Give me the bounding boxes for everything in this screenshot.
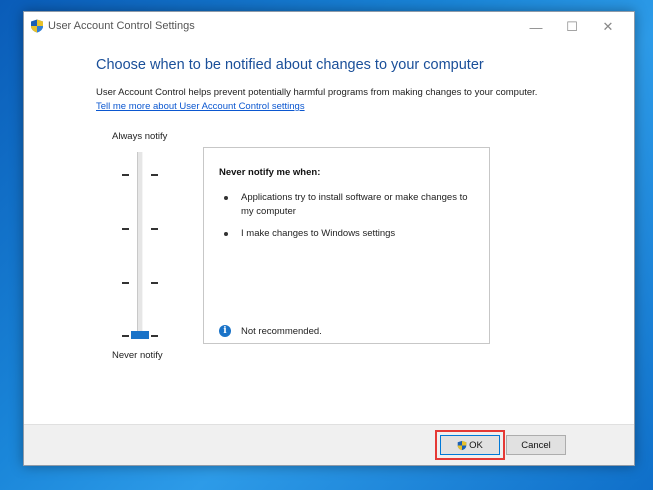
slider-tick (122, 282, 129, 284)
slider-tick (122, 335, 129, 337)
minimize-icon: — (529, 19, 543, 35)
uac-shield-icon (31, 19, 43, 33)
always-notify-label: Always notify (112, 131, 168, 142)
slider-tick (122, 228, 129, 230)
description-text: User Account Control helps prevent poten… (96, 87, 538, 98)
ok-button-label: OK (469, 439, 483, 451)
page-heading: Choose when to be notified about changes… (96, 57, 484, 73)
slider-track[interactable] (137, 152, 143, 332)
info-icon: i (219, 325, 231, 337)
notification-level-slider[interactable] (116, 152, 162, 339)
title-bar[interactable]: User Account Control Settings — ☐ ✕ (24, 12, 634, 42)
recommendation-note: i Not recommended. (219, 325, 322, 337)
learn-more-link[interactable]: Tell me more about User Account Control … (96, 101, 305, 112)
uac-settings-window: User Account Control Settings — ☐ ✕ Choo… (23, 11, 635, 466)
bullet-icon (224, 232, 228, 236)
cancel-button[interactable]: Cancel (506, 435, 566, 455)
ok-button[interactable]: OK (440, 435, 500, 455)
slider-tick (151, 228, 158, 230)
slider-tick (151, 335, 158, 337)
minimize-button[interactable]: — (518, 12, 554, 42)
uac-shield-icon (457, 440, 467, 450)
window-title: User Account Control Settings (48, 20, 195, 32)
cancel-button-label: Cancel (521, 439, 551, 451)
close-icon: ✕ (602, 19, 614, 34)
maximize-button[interactable]: ☐ (554, 12, 590, 42)
list-item: Applications try to install software or … (219, 191, 474, 219)
panel-title: Never notify me when: (219, 167, 321, 178)
slider-tick (151, 282, 158, 284)
maximize-icon: ☐ (566, 19, 578, 34)
slider-tick (122, 174, 129, 176)
never-notify-label: Never notify (112, 350, 163, 361)
bullet-text: I make changes to Windows settings (241, 228, 396, 239)
close-button[interactable]: ✕ (590, 12, 626, 42)
recommendation-text: Not recommended. (241, 326, 322, 337)
level-description-panel: Never notify me when: Applications try t… (203, 147, 490, 344)
slider-tick (151, 174, 158, 176)
bullet-text: Applications try to install software or … (241, 192, 468, 217)
bullet-icon (224, 196, 228, 200)
slider-thumb[interactable] (131, 331, 149, 339)
list-item: I make changes to Windows settings (219, 227, 474, 241)
dialog-footer: OK Cancel (24, 424, 634, 465)
